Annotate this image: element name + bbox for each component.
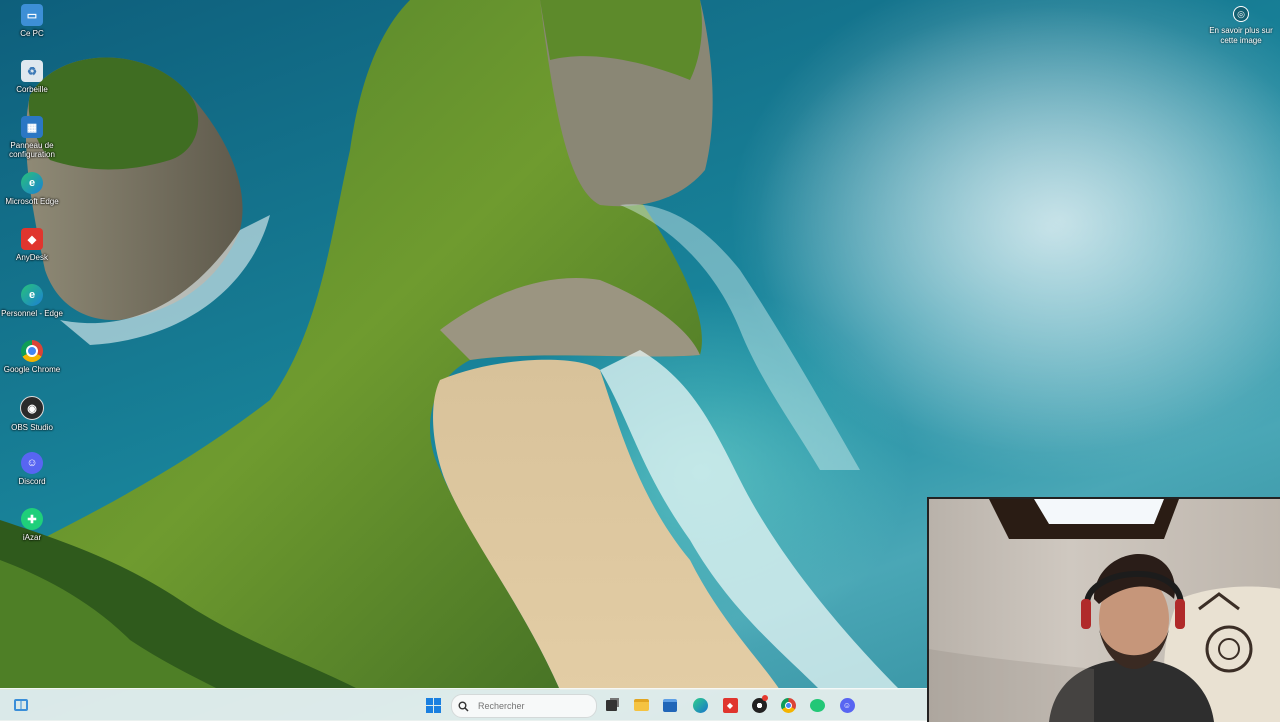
task-view-icon	[605, 699, 617, 711]
desktop-icon-label: Personnel - Edge	[1, 309, 63, 318]
webcam-overlay	[927, 497, 1280, 722]
desktop-icon-discord[interactable]: ☺ Discord	[0, 450, 64, 504]
chrome-icon	[780, 697, 796, 713]
taskbar-edge[interactable]	[689, 694, 711, 716]
taskbar-task-view[interactable]	[600, 694, 622, 716]
edge-icon	[692, 697, 708, 713]
file-explorer-icon	[633, 699, 649, 711]
chrome-icon	[21, 340, 43, 362]
taskbar-discord[interactable]: ☺	[836, 694, 858, 716]
taskbar-search[interactable]	[451, 694, 597, 718]
desktop-icon-label: Microsoft Edge	[5, 197, 59, 206]
desktop-icon-label: AnyDesk	[15, 253, 48, 262]
obs-icon: ◉	[20, 396, 44, 420]
spotlight-info[interactable]: ◎ En savoir plus sur cette image	[1208, 6, 1274, 46]
widgets-button[interactable]	[10, 694, 32, 716]
desktop-icon-label: iAzar	[22, 533, 42, 542]
start-button[interactable]	[422, 694, 444, 716]
store-icon	[663, 698, 677, 712]
desktop-icon-chrome[interactable]: Google Chrome	[0, 338, 64, 392]
search-icon	[458, 701, 474, 712]
desktop-icon-label: Ce PC	[20, 29, 44, 38]
widgets-icon	[14, 699, 28, 711]
taskbar: ◆ ☺	[0, 688, 927, 721]
edge-icon: e	[21, 172, 43, 194]
discord-icon: ☺	[839, 697, 855, 713]
desktop-icon-control-panel[interactable]: ▦ Panneau de configuration	[0, 114, 64, 168]
desktop-icon-label: Discord	[18, 477, 46, 486]
control-panel-icon: ▦	[21, 116, 43, 138]
desktop-icon-label: Google Chrome	[3, 365, 61, 374]
taskbar-store[interactable]	[659, 694, 681, 716]
desktop-icon-obs[interactable]: ◉ OBS Studio	[0, 394, 64, 448]
recycle-bin-icon: ♻	[21, 60, 43, 82]
computer-icon: ▭	[21, 4, 43, 26]
notification-dot	[762, 695, 768, 701]
search-input[interactable]	[474, 701, 588, 711]
desktop-icon-label: Panneau de configuration	[9, 141, 55, 159]
desktop-icon-anydesk[interactable]: ◆ AnyDesk	[0, 226, 64, 280]
azar-icon	[809, 698, 825, 712]
desktop-icon-azar[interactable]: ✚ iAzar	[0, 506, 64, 560]
azar-icon: ✚	[21, 508, 43, 530]
taskbar-chrome[interactable]	[777, 694, 799, 716]
webcam-person-image	[929, 499, 1280, 722]
anydesk-icon: ◆	[722, 697, 738, 713]
discord-icon: ☺	[21, 452, 43, 474]
desktop-icon-label: OBS Studio	[11, 423, 53, 432]
spotlight-label: En savoir plus sur cette image	[1209, 26, 1273, 45]
taskbar-file-explorer[interactable]	[630, 694, 652, 716]
desktop-icon-edge-profile[interactable]: e Personnel - Edge	[0, 282, 64, 336]
desktop-icon-label: Corbeille	[16, 85, 48, 94]
taskbar-anydesk[interactable]: ◆	[719, 694, 741, 716]
desktop-icon-this-pc[interactable]: ▭ Ce PC	[0, 2, 64, 56]
taskbar-azar[interactable]	[806, 694, 828, 716]
anydesk-icon: ◆	[21, 228, 43, 250]
camera-info-icon: ◎	[1233, 6, 1249, 22]
edge-profile-icon: e	[21, 284, 43, 306]
desktop-icon-recycle-bin[interactable]: ♻ Corbeille	[0, 58, 64, 112]
desktop-icon-edge[interactable]: e Microsoft Edge	[0, 170, 64, 224]
taskbar-obs[interactable]	[748, 694, 770, 716]
windows-start-icon	[425, 697, 441, 713]
